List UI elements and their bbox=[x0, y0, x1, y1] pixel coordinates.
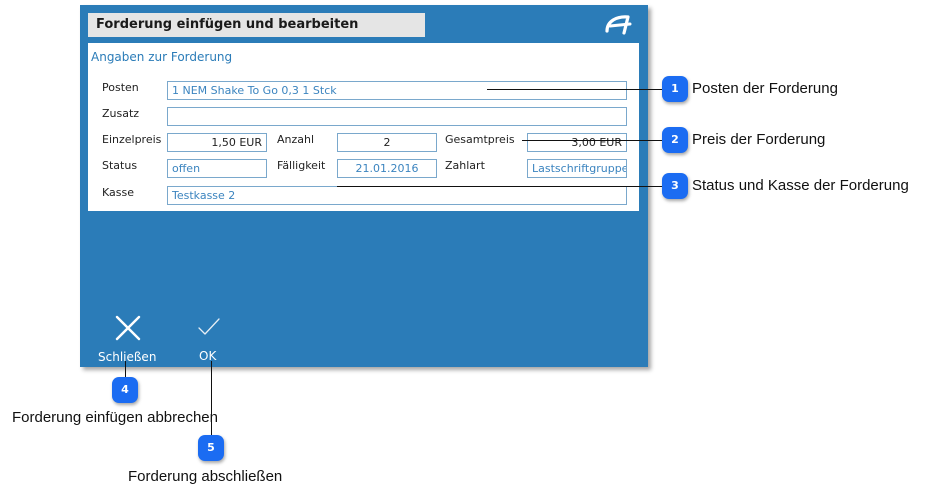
zusatz-field[interactable] bbox=[167, 107, 627, 126]
einzelpreis-field[interactable]: 1,50 EUR bbox=[167, 133, 267, 152]
callout-3-marker: 3 bbox=[662, 173, 688, 199]
close-button[interactable]: Schließen bbox=[93, 313, 163, 364]
title-bar: Forderung einfügen und bearbeiten bbox=[88, 13, 425, 37]
callout-3-text: Status und Kasse der Forderung bbox=[692, 177, 909, 194]
callout-2-marker: 2 bbox=[662, 127, 688, 153]
anzahl-field[interactable]: 2 bbox=[337, 133, 437, 152]
callout-1-line bbox=[487, 89, 662, 90]
ok-button[interactable]: OK bbox=[173, 313, 243, 363]
callout-4-line bbox=[125, 361, 126, 378]
callout-2-line bbox=[522, 140, 662, 141]
status-label: Status bbox=[102, 159, 138, 172]
callout-2-text: Preis der Forderung bbox=[692, 131, 826, 148]
gesamtpreis-label: Gesamtpreis bbox=[445, 133, 515, 146]
status-field[interactable]: offen bbox=[167, 159, 267, 178]
gesamtpreis-field[interactable]: 3,00 EUR bbox=[527, 133, 627, 152]
callout-1-text: Posten der Forderung bbox=[692, 80, 838, 97]
kasse-field[interactable]: Testkasse 2 bbox=[167, 186, 627, 205]
section-title: Angaben zur Forderung bbox=[91, 50, 233, 64]
faelligkeit-label: Fälligkeit bbox=[277, 159, 326, 172]
check-icon bbox=[198, 318, 220, 335]
callout-3-line bbox=[337, 186, 662, 187]
callout-4-text: Forderung einfügen abbrechen bbox=[12, 409, 218, 426]
callout-1-marker: 1 bbox=[662, 76, 688, 102]
einzelpreis-label: Einzelpreis bbox=[102, 133, 162, 146]
dialog-title: Forderung einfügen und bearbeiten bbox=[96, 17, 359, 32]
ok-button-label: OK bbox=[199, 349, 217, 363]
posten-label: Posten bbox=[102, 81, 139, 94]
callout-5-text: Forderung abschließen bbox=[128, 468, 283, 485]
app-logo-icon bbox=[605, 15, 632, 35]
anzahl-label: Anzahl bbox=[277, 133, 315, 146]
faelligkeit-field[interactable]: 21.01.2016 bbox=[337, 159, 437, 178]
callout-5-marker: 5 bbox=[198, 435, 224, 461]
close-icon bbox=[115, 315, 141, 341]
kasse-label: Kasse bbox=[102, 186, 134, 199]
posten-field[interactable]: 1 NEM Shake To Go 0,3 1 Stck bbox=[167, 81, 627, 100]
close-button-label: Schließen bbox=[98, 350, 157, 364]
zusatz-label: Zusatz bbox=[102, 107, 140, 120]
zahlart-label: Zahlart bbox=[445, 159, 485, 172]
zahlart-field[interactable]: Lastschriftgruppe bbox=[527, 159, 627, 178]
callout-4-marker: 4 bbox=[112, 377, 138, 403]
